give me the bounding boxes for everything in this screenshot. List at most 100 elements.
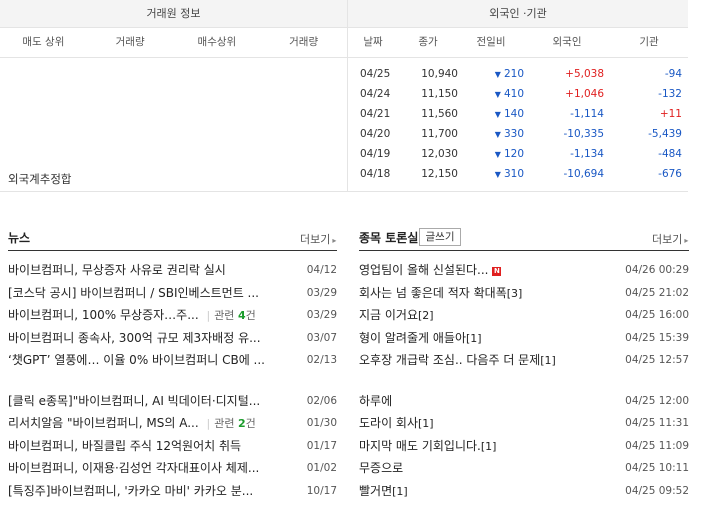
news-title-link[interactable]: 리서치알음 "바이브컴퍼니, MS의 A... | 관련 2건 <box>8 412 256 436</box>
post-datetime: 04/25 12:57 <box>625 354 689 366</box>
news-title: 뉴스 <box>8 231 31 245</box>
column-header-foreign: 외국인 <box>552 36 582 48</box>
change-value: 120 <box>503 148 524 160</box>
news-title-link[interactable]: ‘챗GPT’ 열풍에… 이율 0% 바이브컴퍼니 CB에 ... <box>8 349 265 372</box>
post-title[interactable]: 회사는 넘 좋은데 적자 확대폭 <box>359 286 507 300</box>
post-title[interactable]: 무증으로 <box>359 461 403 475</box>
institution-net-cell: -5,439 <box>648 128 682 140</box>
news-item[interactable]: [코스닥 공시] 바이브컴퍼니 / SBI인베스트먼트 ... 03/29 <box>8 282 337 305</box>
post-title-link[interactable]: 회사는 넘 좋은데 적자 확대폭[3] <box>359 282 522 306</box>
post-title[interactable]: 오후장 개급락 조심.. 다음주 더 문제 <box>359 353 540 367</box>
news-more-link[interactable]: 더보기 ▸ <box>300 231 336 247</box>
post-title[interactable]: 형이 알려줄게 애들아 <box>359 331 466 345</box>
news-item[interactable]: ‘챗GPT’ 열풍에… 이율 0% 바이브컴퍼니 CB에 ... 02/13 <box>8 349 337 372</box>
post-title-link[interactable]: 오후장 개급락 조심.. 다음주 더 문제[1] <box>359 349 556 373</box>
news-title-link[interactable]: 바이브컴퍼니 종속사, 300억 규모 제3자배정 유... <box>8 327 261 350</box>
news-item[interactable]: [클릭 e종목]"바이브컴퍼니, AI 빅데이터·디지털... 02/06 <box>8 390 337 413</box>
investor-panel: 외국인 ·기관 날짜 종가 전일비 외국인 기관 04/25 10,940 ▼ 210… <box>348 0 688 192</box>
news-date: 03/29 <box>306 309 337 321</box>
post-title-link[interactable]: 하루에 <box>359 390 392 413</box>
comment-count: [1] <box>480 439 497 453</box>
post-title-link[interactable]: 형이 알려줄게 애들아[1] <box>359 327 482 351</box>
news-title-link[interactable]: [코스닥 공시] 바이브컴퍼니 / SBI인베스트먼트 ... <box>8 282 259 305</box>
news-headline[interactable]: 바이브컴퍼니, 이재용·김성언 각자대표이사 체제... <box>8 461 259 475</box>
post-item[interactable]: 지금 이거요[2] 04/25 16:00 <box>359 304 689 327</box>
news-title-link[interactable]: [클릭 e종목]"바이브컴퍼니, AI 빅데이터·디지털... <box>8 390 260 413</box>
news-item[interactable]: 리서치알음 "바이브컴퍼니, MS의 A... | 관련 2건 01/30 <box>8 412 337 435</box>
post-item[interactable]: 오후장 개급락 조심.. 다음주 더 문제[1] 04/25 12:57 <box>359 349 689 372</box>
news-item[interactable]: 바이브컴퍼니, 이재용·김성언 각자대표이사 체제... 01/02 <box>8 457 337 480</box>
foreign-net-cell: -1,134 <box>570 148 604 160</box>
post-title-link[interactable]: 무증으로 <box>359 457 403 480</box>
post-datetime: 04/25 21:02 <box>625 286 689 299</box>
post-item[interactable]: 마지막 매도 기회입니다.[1] 04/25 11:09 <box>359 435 689 458</box>
news-more-label: 더보기 <box>300 233 331 246</box>
news-title-link[interactable]: 바이브컴퍼니, 이재용·김성언 각자대표이사 체제... <box>8 457 259 480</box>
news-title-link[interactable]: [특징주]바이브컴퍼니, '카카오 마비' 카카오 분... <box>8 480 253 503</box>
down-triangle-icon: ▼ <box>494 170 501 179</box>
post-title-link[interactable]: 도라이 회사[1] <box>359 412 434 436</box>
news-item[interactable]: 바이브컴퍼니, 무상증자 사유로 권리락 실시 04/12 <box>8 259 337 282</box>
post-title[interactable]: 지금 이거요 <box>359 308 418 322</box>
post-title[interactable]: 영업팀이 올해 신설된다... <box>359 263 488 277</box>
post-title-link[interactable]: 영업팀이 올해 신설된다... N <box>359 259 502 282</box>
change-value: 140 <box>503 108 524 120</box>
post-datetime: 04/25 09:52 <box>625 484 689 497</box>
post-item[interactable]: 영업팀이 올해 신설된다... N 04/26 00:29 <box>359 259 689 282</box>
news-item[interactable]: 바이브컴퍼니 종속사, 300억 규모 제3자배정 유... 03/07 <box>8 327 337 350</box>
trader-info-panel: 거래원 정보 매도 상위 거래량 매수상위 거래량 외국계추정합 <box>0 0 348 192</box>
write-post-button[interactable]: 글쓰기 <box>419 228 461 246</box>
board-list: 영업팀이 올해 신설된다... N 04/26 00:29 회사는 넘 좋은데 적자 … <box>359 259 689 502</box>
news-headline[interactable]: [코스닥 공시] 바이브컴퍼니 / SBI인베스트먼트 ... <box>8 286 259 300</box>
post-item[interactable]: 하루에 04/25 12:00 <box>359 390 689 413</box>
table-row: 04/19 12,030 ▼ 120 -1,134 -484 <box>348 144 688 164</box>
news-headline[interactable]: [특징주]바이브컴퍼니, '카카오 마비' 카카오 분... <box>8 484 253 498</box>
news-headline[interactable]: 리서치알음 "바이브컴퍼니, MS의 A... <box>8 416 199 430</box>
post-title[interactable]: 하루에 <box>359 394 392 408</box>
post-title[interactable]: 도라이 회사 <box>359 416 418 430</box>
board-more-label: 더보기 <box>652 233 683 246</box>
new-badge-icon: N <box>492 267 502 276</box>
related-unit: 건 <box>245 417 256 430</box>
post-datetime: 04/25 15:39 <box>625 331 689 344</box>
down-triangle-icon: ▼ <box>494 130 501 139</box>
close-price-cell: 11,700 <box>421 128 458 140</box>
change-value: 330 <box>503 128 524 140</box>
news-headline[interactable]: 바이브컴퍼니 종속사, 300억 규모 제3자배정 유... <box>8 331 261 345</box>
table-row: 04/21 11,560 ▼ 140 -1,114 +11 <box>348 104 688 124</box>
related-news-link[interactable]: | 관련 4건 <box>202 309 255 322</box>
change-cell: ▼ 120 <box>458 148 524 160</box>
news-headline[interactable]: 바이브컴퍼니, 바질클립 주식 12억원어치 취득 <box>8 439 241 453</box>
post-title-link[interactable]: 지금 이거요[2] <box>359 304 434 328</box>
chevron-right-icon: ▸ <box>332 236 337 245</box>
post-item[interactable]: 빨거면[1] 04/25 09:52 <box>359 480 689 503</box>
close-price-cell: 10,940 <box>421 68 458 80</box>
news-date: 03/07 <box>306 331 337 344</box>
news-date: 01/02 <box>306 462 337 474</box>
post-title-link[interactable]: 마지막 매도 기회입니다.[1] <box>359 435 496 459</box>
post-item[interactable]: 도라이 회사[1] 04/25 11:31 <box>359 412 689 435</box>
institution-net-cell: -132 <box>658 88 682 100</box>
post-item[interactable]: 회사는 넘 좋은데 적자 확대폭[3] 04/25 21:02 <box>359 282 689 305</box>
column-header: 매수상위 <box>197 36 237 48</box>
news-item[interactable]: 바이브컴퍼니, 바질클립 주식 12억원어치 취득 01/17 <box>8 435 337 458</box>
news-title-link[interactable]: 바이브컴퍼니, 100% 무상증자…주... | 관련 4건 <box>8 304 256 328</box>
post-title[interactable]: 마지막 매도 기회입니다. <box>359 439 481 453</box>
news-date: 01/30 <box>306 417 337 429</box>
news-item[interactable]: 바이브컴퍼니, 100% 무상증자…주... | 관련 4건 03/29 <box>8 304 337 327</box>
news-title-link[interactable]: 바이브컴퍼니, 바질클립 주식 12억원어치 취득 <box>8 435 241 458</box>
column-header-close: 종가 <box>418 36 438 48</box>
post-datetime: 04/25 11:09 <box>625 439 689 452</box>
news-headline[interactable]: 바이브컴퍼니, 100% 무상증자…주... <box>8 308 199 322</box>
post-title[interactable]: 빨거면 <box>359 484 392 498</box>
post-title-link[interactable]: 빨거면[1] <box>359 480 408 504</box>
news-title-link[interactable]: 바이브컴퍼니, 무상증자 사유로 권리락 실시 <box>8 259 226 282</box>
post-item[interactable]: 무증으로 04/25 10:11 <box>359 457 689 480</box>
news-headline[interactable]: 바이브컴퍼니, 무상증자 사유로 권리락 실시 <box>8 263 226 277</box>
news-item[interactable]: [특징주]바이브컴퍼니, '카카오 마비' 카카오 분... 10/17 <box>8 480 337 503</box>
news-headline[interactable]: ‘챗GPT’ 열풍에… 이율 0% 바이브컴퍼니 CB에 ... <box>8 353 265 367</box>
post-item[interactable]: 형이 알려줄게 애들아[1] 04/25 15:39 <box>359 327 689 350</box>
news-headline[interactable]: [클릭 e종목]"바이브컴퍼니, AI 빅데이터·디지털... <box>8 394 260 408</box>
board-more-link[interactable]: 더보기 ▸ <box>652 231 688 247</box>
related-news-link[interactable]: | 관련 2건 <box>203 417 256 430</box>
